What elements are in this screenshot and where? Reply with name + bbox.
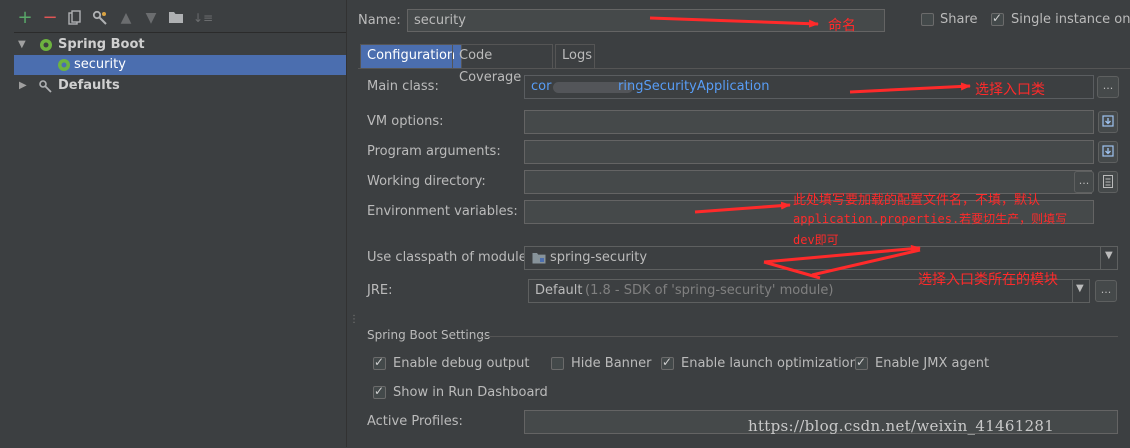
annotation-env-line2: application.properties.若要切生产，则填写 <box>793 212 1068 226</box>
chevron-down-icon[interactable]: ▼ <box>1076 283 1084 294</box>
left-panel: + − ▲ ▼ ↓≡ ▼ Spring Boot security ▶ Defa… <box>0 0 346 448</box>
add-icon[interactable]: + <box>17 9 33 27</box>
environment-variables-label: Environment variables: <box>367 204 518 219</box>
tab-code-coverage[interactable]: Code Coverage <box>452 44 553 85</box>
jre-label: JRE: <box>367 283 393 298</box>
name-label: Name: <box>358 13 401 28</box>
tree-item-defaults[interactable]: ▶ Defaults <box>16 76 336 96</box>
working-directory-label: Working directory: <box>367 174 486 189</box>
jre-value-detail: (1.8 - SDK of 'spring-security' module) <box>585 283 834 298</box>
name-field[interactable]: security <box>407 9 885 32</box>
active-profiles-label: Active Profiles: <box>367 414 463 429</box>
vm-options-label: VM options: <box>367 114 444 129</box>
share-label: Share <box>940 12 978 27</box>
classpath-module-value: spring-security <box>550 250 648 265</box>
main-class-value-end: ringSecurityApplication <box>618 79 770 94</box>
macros-icon[interactable] <box>1098 171 1118 193</box>
arrow-up-icon[interactable]: ▲ <box>118 10 134 26</box>
annotation-name: 命名 <box>828 18 856 34</box>
arrow-down-icon[interactable]: ▼ <box>143 10 159 26</box>
working-directory-browse-button[interactable]: ... <box>1074 171 1094 193</box>
annotation-module: 选择入口类所在的模块 <box>918 272 1058 288</box>
jre-browse-button[interactable]: ... <box>1095 280 1117 302</box>
configuration-tree: ▼ Spring Boot security ▶ Defaults <box>14 32 346 448</box>
show-dashboard-checkbox[interactable] <box>373 384 386 399</box>
hide-banner-label: Hide Banner <box>571 356 652 371</box>
tree-item-spring-boot[interactable]: ▼ Spring Boot <box>16 35 336 55</box>
share-checkbox[interactable] <box>921 13 934 26</box>
program-arguments-expand-icon[interactable] <box>1098 141 1118 163</box>
select-divider <box>1100 247 1101 269</box>
program-arguments-field[interactable] <box>524 140 1094 164</box>
sort-icon[interactable]: ↓≡ <box>193 10 213 26</box>
enable-debug-label: Enable debug output <box>393 356 530 371</box>
hide-banner-checkbox[interactable] <box>551 357 564 370</box>
chevron-down-icon[interactable]: ▼ <box>1105 250 1113 261</box>
annotation-main-class: 选择入口类 <box>975 82 1045 98</box>
copy-icon[interactable] <box>67 10 83 26</box>
jre-value-main: Default <box>535 283 583 298</box>
annotation-env-line1: 此处填写要加载的配置文件名，不填，默认 <box>793 193 1041 208</box>
spring-boot-settings-header: Spring Boot Settings <box>367 328 491 342</box>
vm-options-expand-icon[interactable] <box>1098 111 1118 133</box>
tree-label-spring-boot: Spring Boot <box>58 37 145 52</box>
tree-item-security[interactable]: security <box>14 55 346 75</box>
enable-jmx-label: Enable JMX agent <box>875 356 990 371</box>
tree-label-security: security <box>74 57 126 72</box>
main-class-label: Main class: <box>367 79 439 94</box>
enable-launch-optimization-label: Enable launch optimization <box>681 356 858 371</box>
single-instance-label: Single instance only <box>1011 12 1130 27</box>
wrench-icon[interactable] <box>92 10 108 26</box>
name-value: security <box>414 13 466 28</box>
classpath-module-select[interactable]: spring-security ▼ <box>524 246 1118 270</box>
single-instance-checkbox[interactable] <box>991 11 1004 26</box>
program-arguments-label: Program arguments: <box>367 144 501 159</box>
select-divider <box>1072 280 1073 302</box>
settings-separator <box>482 336 1118 337</box>
enable-jmx-checkbox[interactable] <box>855 355 868 370</box>
expand-arrow-icon[interactable]: ▼ <box>18 35 26 55</box>
show-dashboard-label: Show in Run Dashboard <box>393 385 548 400</box>
enable-debug-checkbox[interactable] <box>373 355 386 370</box>
annotation-env-line3: dev即可 <box>793 233 839 247</box>
watermark: https://blog.csdn.net/weixin_41461281 <box>748 417 1055 435</box>
collapse-arrow-icon[interactable]: ▶ <box>19 76 27 96</box>
tab-configuration[interactable]: Configuration <box>360 44 463 68</box>
remove-icon[interactable]: − <box>42 9 58 27</box>
module-folder-icon <box>532 252 546 268</box>
vm-options-field[interactable] <box>524 110 1094 134</box>
classpath-module-label: Use classpath of module: <box>367 250 532 265</box>
main-class-browse-button[interactable]: ... <box>1097 76 1119 98</box>
enable-launch-optimization-checkbox[interactable] <box>661 355 674 370</box>
tab-logs[interactable]: Logs <box>555 44 595 68</box>
tabs-divider <box>358 68 1130 69</box>
tree-label-defaults: Defaults <box>58 78 120 93</box>
folder-icon[interactable] <box>168 10 184 26</box>
wrench-icon <box>38 79 54 100</box>
main-class-value-start: cor <box>531 79 552 94</box>
